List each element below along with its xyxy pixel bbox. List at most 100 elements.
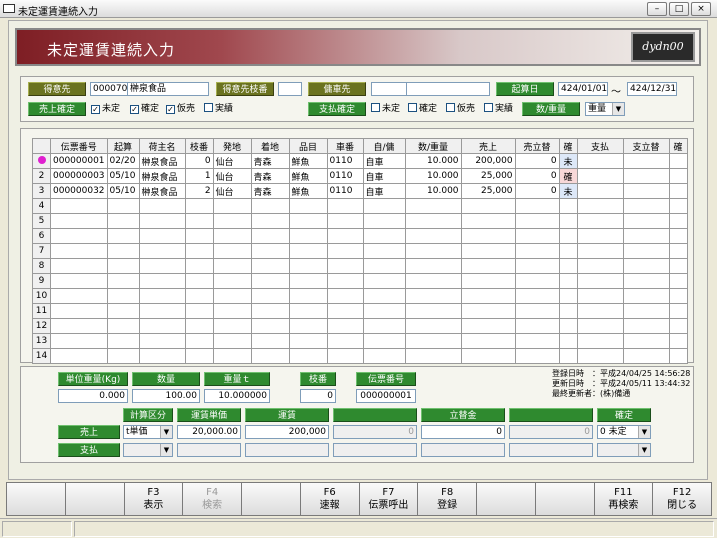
cell-shaban[interactable]: [326, 273, 364, 289]
cell-uritate[interactable]: [514, 318, 560, 334]
cell-kaku2[interactable]: [668, 228, 688, 244]
cell-jiyo[interactable]: [362, 198, 406, 214]
table-row[interactable]: 000000001 02/20 榊泉食品 0 仙台 青森 鮮魚 0110 自車 10.000 200…: [32, 153, 688, 169]
cell-kisan[interactable]: [106, 303, 140, 319]
cell-chaku[interactable]: [250, 303, 290, 319]
cell-uriage[interactable]: [460, 213, 516, 229]
cell-ninushi[interactable]: [138, 333, 186, 349]
cell-kaku2[interactable]: [668, 243, 688, 259]
cell-kisan[interactable]: [106, 243, 140, 259]
cell-chaku[interactable]: [250, 228, 290, 244]
cell-kisan[interactable]: [106, 258, 140, 274]
cell-jiyo[interactable]: [362, 273, 406, 289]
cell-uriage[interactable]: [460, 333, 516, 349]
cell-chaku[interactable]: [250, 198, 290, 214]
cell-hatsu[interactable]: [212, 288, 252, 304]
cell-kisan[interactable]: [106, 348, 140, 364]
date-from-input[interactable]: 424/01/01: [558, 82, 608, 96]
cell-chaku[interactable]: [250, 318, 290, 334]
tokuisaki-name-input[interactable]: 榊泉食品: [127, 82, 209, 96]
uriage-tanka-input[interactable]: 20,000.00: [177, 425, 241, 439]
cell-jiyo[interactable]: [362, 213, 406, 229]
yosha-button[interactable]: 傭車先: [308, 82, 366, 96]
column-header[interactable]: 枝番: [184, 138, 214, 154]
cell-denpyo[interactable]: [50, 288, 108, 304]
cell-shiharai[interactable]: [576, 243, 624, 259]
cell-hatsu[interactable]: [212, 348, 252, 364]
cell-hinmoku[interactable]: [288, 198, 328, 214]
cell-hatsu[interactable]: [212, 198, 252, 214]
cell-shitate[interactable]: [622, 153, 670, 169]
uriage-check-jisseki[interactable]: 実績: [204, 103, 233, 115]
cell-suryo[interactable]: [404, 333, 462, 349]
tani-juryo-input[interactable]: 0.000: [58, 389, 128, 403]
cell-chaku[interactable]: [250, 243, 290, 259]
cell-hinmoku[interactable]: [288, 243, 328, 259]
cell-jiyo[interactable]: [362, 348, 406, 364]
cell-shiharai[interactable]: [576, 213, 624, 229]
table-row[interactable]: 7: [32, 243, 688, 259]
cell-uritate[interactable]: [514, 288, 560, 304]
cell-shitate[interactable]: [622, 333, 670, 349]
cell-ninushi[interactable]: 榊泉食品: [138, 153, 186, 169]
cell-suryo[interactable]: [404, 228, 462, 244]
cell-kisan[interactable]: 02/20: [106, 153, 140, 169]
cell-kaku2[interactable]: [668, 258, 688, 274]
uriage-kakutei-select[interactable]: 0 未定 ▼: [597, 425, 651, 439]
cell-chaku[interactable]: [250, 213, 290, 229]
cell-ninushi[interactable]: [138, 273, 186, 289]
cell-shitate[interactable]: [622, 318, 670, 334]
table-row[interactable]: 5: [32, 213, 688, 229]
cell-jiyo[interactable]: [362, 303, 406, 319]
cell-ninushi[interactable]: [138, 288, 186, 304]
column-header[interactable]: 売上: [460, 138, 516, 154]
table-row[interactable]: 4: [32, 198, 688, 214]
cell-eda[interactable]: [184, 213, 214, 229]
cell-denpyo[interactable]: [50, 228, 108, 244]
cell-kaku[interactable]: 未: [558, 183, 578, 199]
cell-ninushi[interactable]: [138, 348, 186, 364]
cell-uritate[interactable]: [514, 258, 560, 274]
column-header[interactable]: 車番: [326, 138, 364, 154]
cell-shiharai[interactable]: [576, 198, 624, 214]
cell-denpyo[interactable]: [50, 213, 108, 229]
cell-shiharai[interactable]: [576, 153, 624, 169]
cell-suryo[interactable]: [404, 288, 462, 304]
cell-shitate[interactable]: [622, 183, 670, 199]
cell-eda[interactable]: [184, 258, 214, 274]
cell-kaku2[interactable]: [668, 183, 688, 199]
cell-eda[interactable]: [184, 243, 214, 259]
shiharai-check-kakutei[interactable]: 確定: [408, 103, 437, 115]
cell-shitate[interactable]: [622, 198, 670, 214]
cell-kaku[interactable]: [558, 198, 578, 214]
fkey-f7-button[interactable]: F7 伝票呼出: [358, 482, 419, 516]
cell-kaku[interactable]: [558, 213, 578, 229]
yosha-code-input[interactable]: [371, 82, 407, 96]
cell-uriage[interactable]: 200,000: [460, 153, 516, 169]
uriage-check-mitei[interactable]: ✓ 未定: [91, 103, 120, 115]
cell-kisan[interactable]: [106, 213, 140, 229]
cell-suryo[interactable]: [404, 198, 462, 214]
cell-eda[interactable]: [184, 318, 214, 334]
cell-kisan[interactable]: 05/10: [106, 168, 140, 184]
cell-kaku2[interactable]: [668, 153, 688, 169]
cell-hatsu[interactable]: [212, 258, 252, 274]
cell-denpyo[interactable]: [50, 258, 108, 274]
cell-jiyo[interactable]: [362, 318, 406, 334]
cell-shiharai[interactable]: [576, 303, 624, 319]
cell-kaku[interactable]: 確: [558, 168, 578, 184]
cell-hatsu[interactable]: 仙台: [212, 153, 252, 169]
cell-suryo[interactable]: [404, 258, 462, 274]
cell-shitate[interactable]: [622, 258, 670, 274]
fkey-f11-button[interactable]: F11 再検索: [593, 482, 654, 516]
cell-eda[interactable]: [184, 288, 214, 304]
fkey-f12-button[interactable]: F12 閉じる: [652, 482, 712, 516]
cell-uritate[interactable]: 0: [514, 183, 560, 199]
cell-kaku2[interactable]: [668, 288, 688, 304]
cell-hatsu[interactable]: [212, 228, 252, 244]
cell-kaku[interactable]: [558, 228, 578, 244]
cell-eda[interactable]: [184, 228, 214, 244]
cell-chaku[interactable]: [250, 288, 290, 304]
cell-hatsu[interactable]: 仙台: [212, 168, 252, 184]
cell-hatsu[interactable]: [212, 303, 252, 319]
